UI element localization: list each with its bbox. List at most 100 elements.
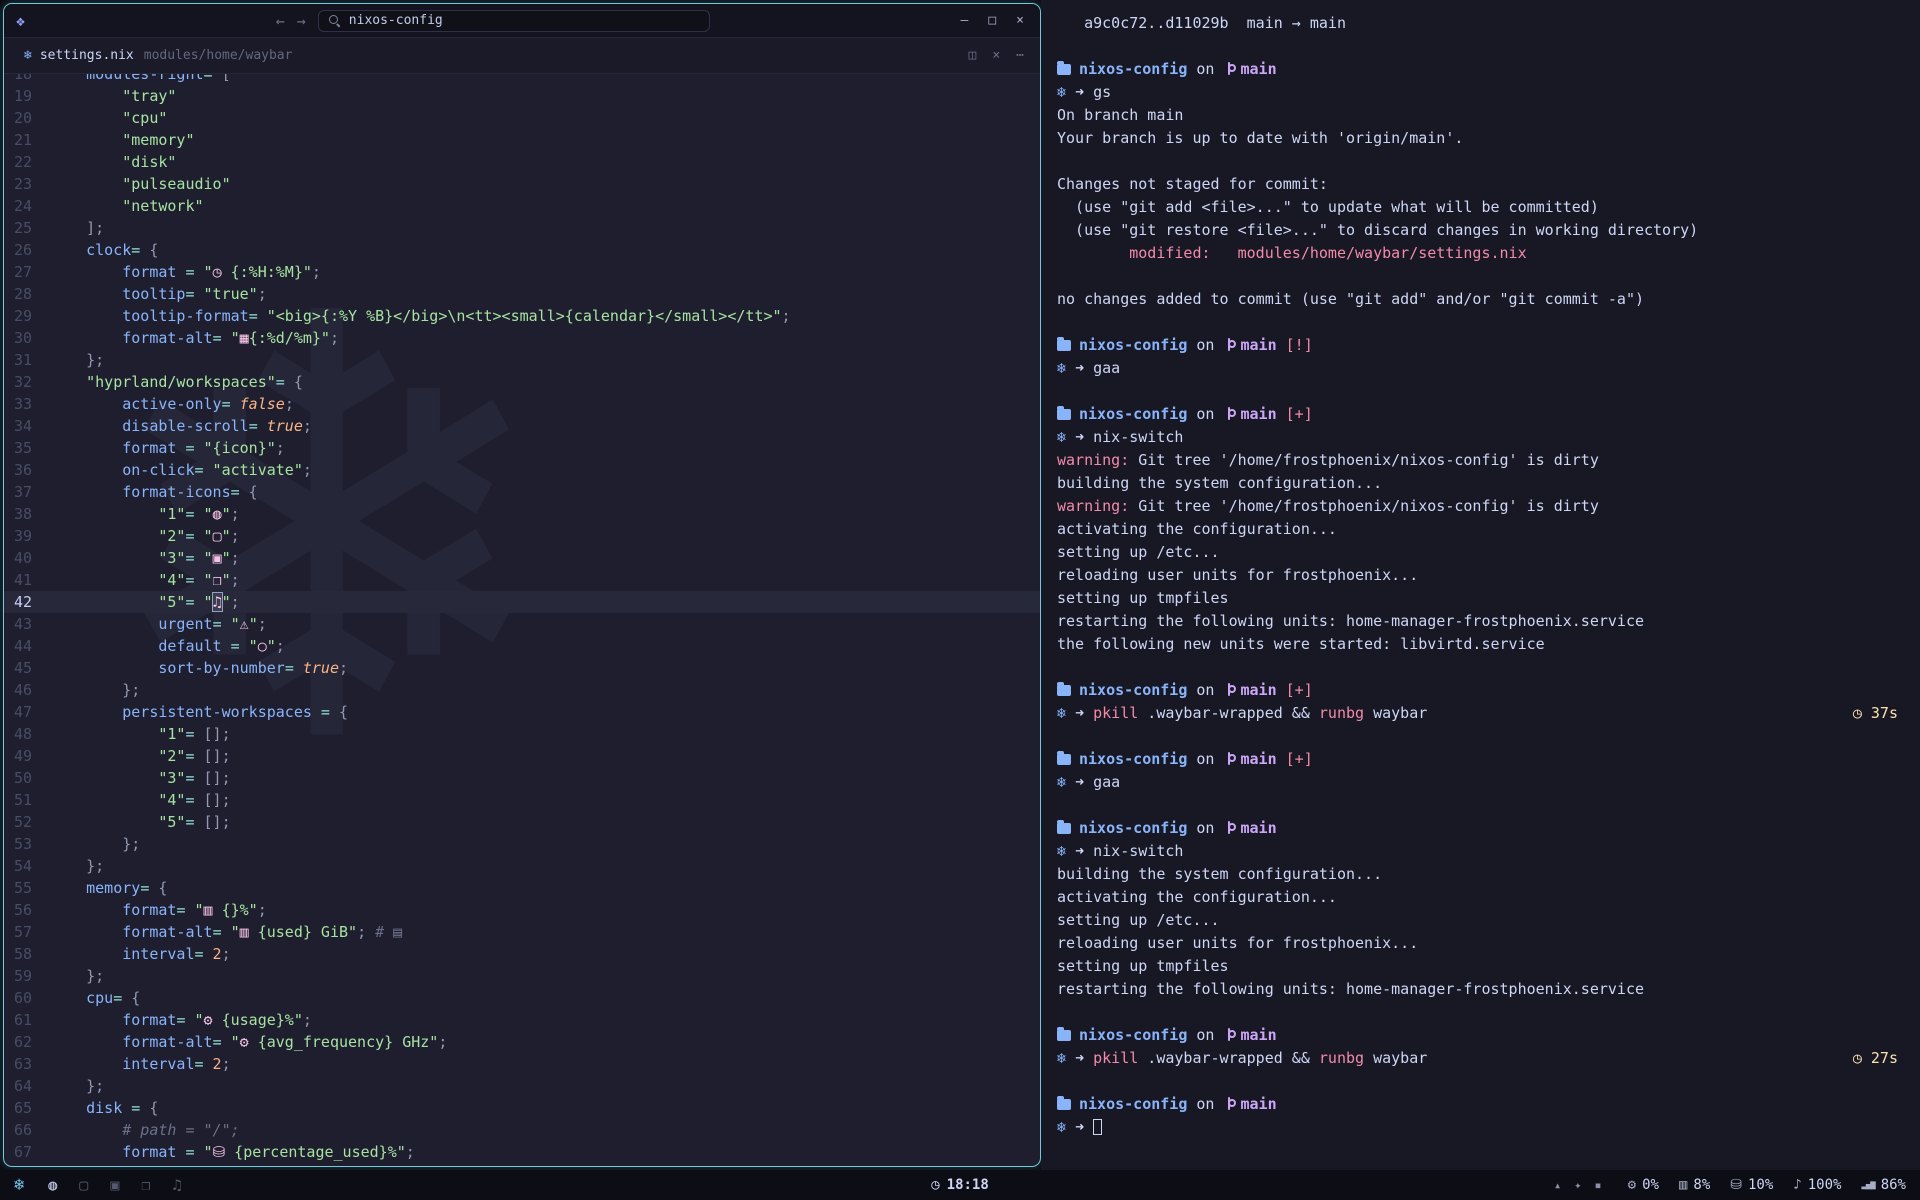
memory-module[interactable]: ▥8% — [1679, 1177, 1710, 1193]
code-line[interactable]: 30 format-alt= "▦{:%d/%m}"; — [4, 327, 1040, 349]
code-line[interactable]: 31 }; — [4, 349, 1040, 371]
split-pane-icon[interactable]: ◫ — [969, 48, 977, 63]
code-line[interactable]: 25 ]; — [4, 217, 1040, 239]
code-line[interactable]: 19 "tray" — [4, 85, 1040, 107]
code-line[interactable]: 38 "1"= "◍"; — [4, 503, 1040, 525]
code-line[interactable]: 35 format = "{icon}"; — [4, 437, 1040, 459]
terminal-line — [1057, 311, 1906, 334]
code-line[interactable]: 61 format= "⚙ {usage}%"; — [4, 1009, 1040, 1031]
line-number: 35 — [4, 437, 50, 459]
code-line[interactable]: 41 "4"= "❐"; — [4, 569, 1040, 591]
code-line[interactable]: 20 "cpu" — [4, 107, 1040, 129]
command-duration: ◷ 37s — [1853, 702, 1906, 725]
maximize-button[interactable]: □ — [988, 13, 996, 28]
code-line[interactable]: 40 "3"= "▣"; — [4, 547, 1040, 569]
workspace-4[interactable]: ❐ — [141, 1176, 150, 1194]
tray-icon[interactable]: ✦ — [1574, 1178, 1581, 1192]
terminal-line: On branch main — [1057, 104, 1906, 127]
code-line[interactable]: 26 clock= { — [4, 239, 1040, 261]
code-line[interactable]: 45 sort-by-number= true; — [4, 657, 1040, 679]
code-line[interactable]: 66 # path = "/"; — [4, 1119, 1040, 1141]
code-line[interactable]: 47 persistent-workspaces = { — [4, 701, 1040, 723]
terminal[interactable]: a9c0c72..d11029b main → mainnixos-config… — [1041, 0, 1920, 1170]
clock-module[interactable]: ◷ 18:18 — [931, 1177, 989, 1193]
code-line[interactable]: 54 }; — [4, 855, 1040, 877]
window-controls: — □ × — [961, 13, 1028, 28]
code-line[interactable]: 23 "pulseaudio" — [4, 173, 1040, 195]
code-line[interactable]: 32 "hyprland/workspaces"= { — [4, 371, 1040, 393]
more-options-icon[interactable]: ⋯ — [1016, 48, 1024, 63]
code-line[interactable]: 22 "disk" — [4, 151, 1040, 173]
code-line[interactable]: 49 "2"= []; — [4, 745, 1040, 767]
code-line[interactable]: 21 "memory" — [4, 129, 1040, 151]
code-line[interactable]: 36 on-click= "activate"; — [4, 459, 1040, 481]
cpu-module[interactable]: ⚙0% — [1628, 1177, 1659, 1193]
code-line[interactable]: 44 default = "○"; — [4, 635, 1040, 657]
tray-icon[interactable]: ▴ — [1554, 1178, 1561, 1192]
terminal-line: reloading user units for frostphoenix... — [1057, 932, 1906, 955]
code-line[interactable]: 46 }; — [4, 679, 1040, 701]
code-line[interactable]: 42 "5"= "♫"; — [4, 591, 1040, 613]
tab-close-icon[interactable]: × — [992, 48, 1000, 63]
disk-value: 10% — [1748, 1177, 1773, 1193]
code-line[interactable]: 29 tooltip-format= "<big>{:%Y %B}</big>\… — [4, 305, 1040, 327]
code-line[interactable]: 68 interval= 60; — [4, 1163, 1040, 1166]
workspace-1[interactable]: ◍ — [48, 1176, 57, 1194]
editor[interactable]: ❄ 18 modules-right= [19 "tray"20 "cpu"21… — [4, 74, 1040, 1166]
titlebar[interactable]: ❖ ← → nixos-config — □ × — [4, 4, 1040, 38]
code-line[interactable]: 58 interval= 2; — [4, 943, 1040, 965]
terminal-line: ❄ ➜ gaa — [1057, 771, 1906, 794]
code-line[interactable]: 59 }; — [4, 965, 1040, 987]
line-number: 51 — [4, 789, 50, 811]
code-line[interactable]: 33 active-only= false; — [4, 393, 1040, 415]
code-line[interactable]: 52 "5"= []; — [4, 811, 1040, 833]
workspace-3[interactable]: ▣ — [110, 1176, 119, 1194]
code-line[interactable]: 62 format-alt= "⚙ {avg_frequency} GHz"; — [4, 1031, 1040, 1053]
line-number: 30 — [4, 327, 50, 349]
terminal-line — [1057, 1001, 1906, 1024]
code-line[interactable]: 39 "2"= "▢"; — [4, 525, 1040, 547]
code-line[interactable]: 64 }; — [4, 1075, 1040, 1097]
code-line[interactable]: 37 format-icons= { — [4, 481, 1040, 503]
code-line[interactable]: 53 }; — [4, 833, 1040, 855]
code-line[interactable]: 18 modules-right= [ — [4, 74, 1040, 85]
terminal-line — [1057, 35, 1906, 58]
code-line[interactable]: 60 cpu= { — [4, 987, 1040, 1009]
code-line[interactable]: 27 format = "◷ {:%H:%M}"; — [4, 261, 1040, 283]
git-branch-icon — [1224, 682, 1235, 697]
code-line[interactable]: 55 memory= { — [4, 877, 1040, 899]
code-line[interactable]: 24 "network" — [4, 195, 1040, 217]
disk-module[interactable]: ⛁10% — [1730, 1177, 1773, 1193]
git-branch-icon — [1224, 820, 1235, 835]
code-line[interactable]: 57 format-alt= "▥ {used} GiB"; # ▤ — [4, 921, 1040, 943]
code-line[interactable]: 65 disk = { — [4, 1097, 1040, 1119]
workspace-5[interactable]: ♫ — [172, 1176, 181, 1194]
code-line[interactable]: 63 interval= 2; — [4, 1053, 1040, 1075]
nav-forward-button[interactable]: → — [297, 12, 306, 30]
nav-back-button[interactable]: ← — [276, 12, 285, 30]
memory-value: 8% — [1693, 1177, 1710, 1193]
code-line[interactable]: 50 "3"= []; — [4, 767, 1040, 789]
code-line[interactable]: 43 urgent= "⚠"; — [4, 613, 1040, 635]
network-icon: ▂▄▆ — [1861, 1180, 1874, 1190]
app-logo-icon[interactable]: ❖ — [16, 12, 25, 30]
workspace-2[interactable]: ▢ — [79, 1176, 88, 1194]
network-module[interactable]: ▂▄▆86% — [1861, 1177, 1906, 1193]
close-button[interactable]: × — [1016, 13, 1024, 28]
terminal-line — [1057, 150, 1906, 173]
line-number: 53 — [4, 833, 50, 855]
volume-module[interactable]: ♪100% — [1793, 1177, 1841, 1193]
glyph-icon: ▢ — [213, 527, 222, 545]
nixos-logo-icon[interactable]: ❄ — [14, 1175, 24, 1195]
tab-filename[interactable]: settings.nix — [40, 48, 134, 63]
minimize-button[interactable]: — — [961, 13, 969, 28]
code-line[interactable]: 56 format= "▥ {}%"; — [4, 899, 1040, 921]
code-line[interactable]: 51 "4"= []; — [4, 789, 1040, 811]
code-line[interactable]: 67 format = "⛁ {percentage_used}%"; — [4, 1141, 1040, 1163]
tray-icon[interactable]: ▪ — [1594, 1178, 1601, 1192]
code-line[interactable]: 28 tooltip= "true"; — [4, 283, 1040, 305]
clock-icon: ◷ — [931, 1177, 939, 1193]
code-line[interactable]: 34 disable-scroll= true; — [4, 415, 1040, 437]
code-line[interactable]: 48 "1"= []; — [4, 723, 1040, 745]
project-search[interactable]: nixos-config — [318, 10, 710, 32]
